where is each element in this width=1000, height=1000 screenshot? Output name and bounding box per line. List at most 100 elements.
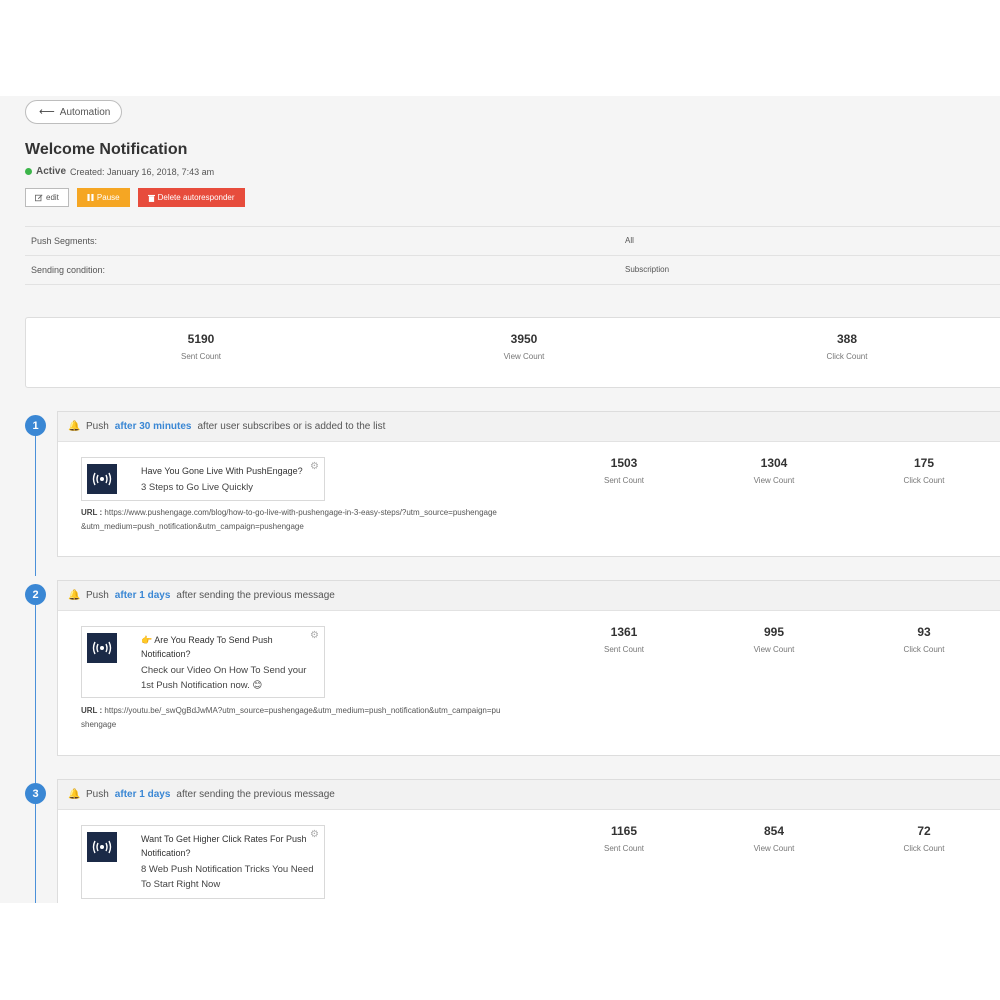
- step-view-value: 854: [763, 824, 785, 838]
- step-click-value: 175: [913, 456, 935, 470]
- step-sent-label: Sent Count: [603, 645, 645, 654]
- step-sent-stat: 1165 Sent Count: [579, 824, 669, 853]
- notification-preview[interactable]: Have You Gone Live With PushEngage? 3 St…: [81, 457, 325, 501]
- property-value: All: [625, 236, 634, 245]
- notification-url: URL : https://youtu.be/_swQgBdJwMA?utm_s…: [81, 704, 501, 732]
- step-condition: after sending the previous message: [176, 789, 335, 800]
- step-prefix: Push: [86, 590, 109, 601]
- notification-url: URL : https://www.pushengage.com/blog/ho…: [81, 506, 501, 534]
- step-card-3: 🔔 Push after 1 days after sending the pr…: [57, 779, 1000, 903]
- status-line: Active Created: January 16, 2018, 7:43 a…: [25, 166, 214, 177]
- pause-button[interactable]: Pause: [76, 188, 130, 207]
- step-click-stat: 93 Click Count: [879, 625, 969, 654]
- step-click-value: 93: [917, 625, 931, 639]
- step-condition: after user subscribes or is added to the…: [197, 421, 386, 432]
- notification-body: Check our Video On How To Send your 1st …: [141, 665, 307, 691]
- broadcast-logo-icon: [87, 832, 117, 862]
- summary-sent-label: Sent Count: [180, 352, 222, 361]
- url-value[interactable]: https://www.pushengage.com/blog/how-to-g…: [81, 508, 497, 531]
- step-view-label: View Count: [753, 645, 795, 654]
- delete-autoresponder-button[interactable]: Delete autoresponder: [137, 188, 245, 207]
- timeline-connector: [35, 605, 36, 785]
- timeline-connector: [35, 804, 36, 903]
- property-row: Push Segments: All: [25, 227, 1000, 256]
- page-title: Welcome Notification: [25, 141, 188, 158]
- step-number-badge: 2: [25, 584, 46, 605]
- step-header: 🔔 Push after 30 minutes after user subsc…: [58, 412, 1000, 442]
- summary-stats-panel: 5190 Sent Count 3950 View Count 388 Clic…: [25, 317, 1000, 388]
- delete-button-label: Delete autoresponder: [157, 193, 235, 202]
- property-label: Sending condition:: [31, 265, 106, 275]
- broadcast-logo-icon: [87, 464, 117, 494]
- step-number-badge: 1: [25, 415, 46, 436]
- edit-button[interactable]: edit: [25, 188, 69, 207]
- summary-view-label: View Count: [503, 352, 545, 361]
- summary-sent-value: 5190: [187, 332, 215, 346]
- step-delay: after 1 days: [114, 789, 171, 800]
- action-bar: edit Pause Delete autoresponder: [25, 188, 245, 207]
- property-label: Push Segments:: [31, 236, 98, 246]
- status-badge: Active: [36, 166, 67, 177]
- summary-click-value: 388: [836, 332, 858, 346]
- settings-icon[interactable]: ⚙: [310, 630, 319, 641]
- step-click-label: Click Count: [903, 844, 945, 853]
- step-click-label: Click Count: [903, 645, 945, 654]
- status-dot-icon: [25, 168, 32, 175]
- bell-icon: 🔔: [68, 590, 81, 601]
- settings-icon[interactable]: ⚙: [310, 461, 319, 472]
- step-card-1: 🔔 Push after 30 minutes after user subsc…: [57, 411, 1000, 557]
- notification-title: 👉 Are You Ready To Send Push Notificatio…: [141, 635, 273, 659]
- step-prefix: Push: [86, 789, 109, 800]
- notification-body: 8 Web Push Notification Tricks You Need …: [141, 864, 314, 890]
- step-delay: after 1 days: [114, 590, 171, 601]
- settings-icon[interactable]: ⚙: [310, 829, 319, 840]
- step-sent-value: 1361: [610, 625, 638, 639]
- created-date: Created: January 16, 2018, 7:43 am: [70, 166, 215, 177]
- summary-view-value: 3950: [510, 332, 538, 346]
- step-sent-value: 1165: [610, 824, 638, 838]
- step-sent-label: Sent Count: [603, 476, 645, 485]
- broadcast-logo-icon: [87, 633, 117, 663]
- step-click-label: Click Count: [903, 476, 945, 485]
- summary-sent-stat: 5190 Sent Count: [146, 332, 256, 361]
- trash-icon: [147, 194, 155, 202]
- step-sent-value: 1503: [610, 456, 638, 470]
- step-sent-stat: 1361 Sent Count: [579, 625, 669, 654]
- bell-icon: 🔔: [68, 421, 81, 432]
- app-content: ⟵ Automation Welcome Notification Active…: [0, 96, 1000, 903]
- summary-click-label: Click Count: [826, 352, 868, 361]
- edit-button-label: edit: [46, 193, 59, 202]
- step-number-badge: 3: [25, 783, 46, 804]
- url-label: URL :: [81, 508, 103, 517]
- step-view-value: 1304: [760, 456, 788, 470]
- step-view-label: View Count: [753, 476, 795, 485]
- notification-title: Want To Get Higher Click Rates For Push …: [141, 834, 307, 858]
- step-click-stat: 72 Click Count: [879, 824, 969, 853]
- step-delay: after 30 minutes: [114, 421, 192, 432]
- properties-table: Push Segments: All Sending condition: Su…: [25, 226, 1000, 285]
- back-to-automation-button[interactable]: ⟵ Automation: [25, 100, 122, 124]
- notification-preview[interactable]: Want To Get Higher Click Rates For Push …: [81, 825, 325, 899]
- property-value: Subscription: [625, 265, 670, 274]
- url-label: URL :: [81, 706, 103, 715]
- edit-icon: [35, 193, 43, 201]
- step-header: 🔔 Push after 1 days after sending the pr…: [58, 581, 1000, 611]
- notification-preview[interactable]: 👉 Are You Ready To Send Push Notificatio…: [81, 626, 325, 698]
- step-view-value: 995: [763, 625, 785, 639]
- step-click-value: 72: [917, 824, 931, 838]
- back-button-label: Automation: [59, 106, 111, 118]
- pause-button-label: Pause: [96, 193, 120, 202]
- step-sent-stat: 1503 Sent Count: [579, 456, 669, 485]
- step-condition: after sending the previous message: [176, 590, 335, 601]
- pause-icon: [87, 194, 94, 201]
- bell-icon: 🔔: [68, 789, 81, 800]
- notification-title: Have You Gone Live With PushEngage?: [141, 466, 303, 476]
- step-view-stat: 995 View Count: [729, 625, 819, 654]
- url-value[interactable]: https://youtu.be/_swQgBdJwMA?utm_source=…: [81, 706, 500, 729]
- arrow-left-icon: ⟵: [39, 105, 55, 118]
- step-view-stat: 854 View Count: [729, 824, 819, 853]
- summary-view-stat: 3950 View Count: [469, 332, 579, 361]
- notification-body: 3 Steps to Go Live Quickly: [141, 482, 253, 493]
- property-row: Sending condition: Subscription: [25, 256, 1000, 285]
- summary-click-stat: 388 Click Count: [792, 332, 902, 361]
